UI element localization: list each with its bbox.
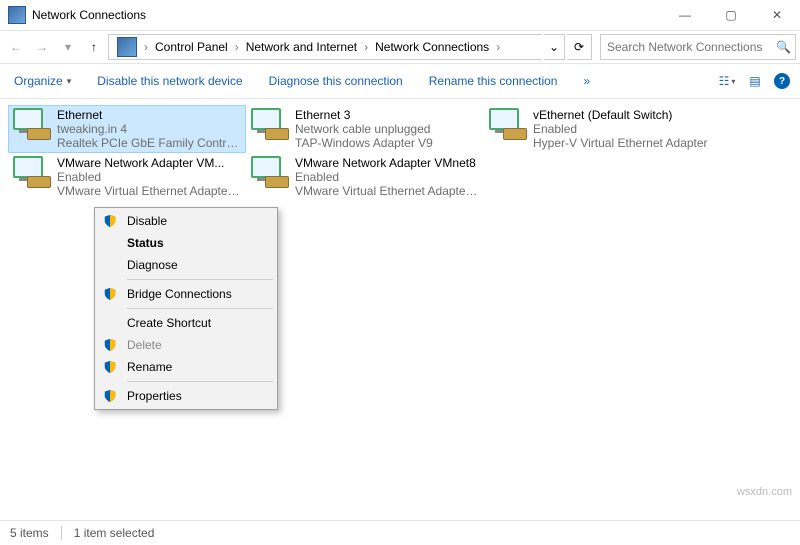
breadcrumb-network-internet[interactable]: Network and Internet <box>242 40 361 54</box>
breadcrumb-control-panel[interactable]: Control Panel <box>151 40 232 54</box>
search-input[interactable] <box>605 39 776 55</box>
menu-properties[interactable]: Properties <box>97 385 275 407</box>
breadcrumb-network-connections[interactable]: Network Connections <box>371 40 493 54</box>
nav-bar: ← → ▾ ↑ › Control Panel › Network and In… <box>0 31 800 64</box>
minimize-button[interactable]: — <box>662 0 708 30</box>
adapter-name: VMware Network Adapter VM... <box>57 156 243 170</box>
watermark: wsxdn.com <box>737 486 792 498</box>
app-icon <box>8 6 26 24</box>
preview-pane-button[interactable]: ▤ <box>746 72 764 90</box>
window-title: Network Connections <box>32 8 146 22</box>
adapter-name: Ethernet <box>57 108 243 122</box>
adapter-status: Network cable unplugged <box>295 122 433 136</box>
chevron-down-icon: ▾ <box>67 76 72 87</box>
chevron-right-icon[interactable]: › <box>361 40 371 54</box>
view-icon: ☷ <box>719 74 730 88</box>
adapter-status: tweaking.in 4 <box>57 122 243 136</box>
address-dropdown[interactable]: ⌄ <box>544 34 565 60</box>
context-menu: Disable Status Diagnose Bridge Connectio… <box>94 207 278 410</box>
shield-icon <box>103 360 117 374</box>
help-button[interactable]: ? <box>774 73 790 89</box>
up-button[interactable]: ↑ <box>82 35 106 59</box>
search-box[interactable]: 🔍 <box>600 34 796 60</box>
menu-diagnose[interactable]: Diagnose <box>97 254 275 276</box>
adapter-name: vEthernet (Default Switch) <box>533 108 708 122</box>
menu-separator <box>127 381 273 382</box>
address-bar[interactable]: › Control Panel › Network and Internet ›… <box>108 34 542 60</box>
adapter-device: VMware Virtual Ethernet Adapter ... <box>57 184 243 198</box>
organize-button[interactable]: Organize ▾ <box>10 71 75 91</box>
menu-separator <box>127 279 273 280</box>
menu-separator <box>127 308 273 309</box>
adapter-device: Hyper-V Virtual Ethernet Adapter <box>533 136 708 150</box>
menu-label: Bridge Connections <box>127 287 232 301</box>
title-bar: Network Connections — ▢ ✕ <box>0 0 800 31</box>
menu-label: Create Shortcut <box>127 316 211 330</box>
rename-button[interactable]: Rename this connection <box>425 71 562 91</box>
adapter-status: Enabled <box>295 170 481 184</box>
organize-label: Organize <box>14 74 63 88</box>
menu-delete[interactable]: Delete <box>97 334 275 356</box>
network-adapter-icon <box>249 108 289 146</box>
adapter-name: VMware Network Adapter VMnet8 <box>295 156 481 170</box>
recent-dropdown[interactable]: ▾ <box>56 35 80 59</box>
status-item-count: 5 items <box>10 526 49 540</box>
adapter-status: Enabled <box>533 122 708 136</box>
menu-label: Diagnose <box>127 258 178 272</box>
command-bar: Organize ▾ Disable this network device D… <box>0 64 800 99</box>
more-commands-button[interactable]: » <box>579 71 594 91</box>
network-adapter-icon <box>11 156 51 194</box>
network-adapter-icon <box>249 156 289 194</box>
menu-create-shortcut[interactable]: Create Shortcut <box>97 312 275 334</box>
maximize-button[interactable]: ▢ <box>708 0 754 30</box>
adapter-device: VMware Virtual Ethernet Adapter ... <box>295 184 481 198</box>
chevron-right-icon[interactable]: › <box>493 40 503 54</box>
refresh-button[interactable]: ⟳ <box>567 34 592 60</box>
menu-disable[interactable]: Disable <box>97 210 275 232</box>
menu-status[interactable]: Status <box>97 232 275 254</box>
menu-label: Disable <box>127 214 167 228</box>
address-icon <box>117 37 137 57</box>
close-button[interactable]: ✕ <box>754 0 800 30</box>
chevron-right-icon[interactable]: › <box>232 40 242 54</box>
adapter-device: Realtek PCIe GbE Family Controller <box>57 136 243 150</box>
shield-icon <box>103 214 117 228</box>
diagnose-button[interactable]: Diagnose this connection <box>265 71 407 91</box>
menu-label: Status <box>127 236 164 250</box>
chevron-right-icon[interactable]: › <box>141 40 151 54</box>
shield-icon <box>103 389 117 403</box>
network-adapter-icon <box>11 108 51 146</box>
adapter-status: Enabled <box>57 170 243 184</box>
separator <box>61 526 62 540</box>
menu-label: Delete <box>127 338 162 352</box>
shield-icon <box>103 338 117 352</box>
menu-rename[interactable]: Rename <box>97 356 275 378</box>
network-adapter-icon <box>487 108 527 146</box>
adapter-device: TAP-Windows Adapter V9 <box>295 136 433 150</box>
menu-label: Properties <box>127 389 182 403</box>
adapter-vmware-8[interactable]: VMware Network Adapter VMnet8 Enabled VM… <box>246 153 484 201</box>
status-bar: 5 items 1 item selected <box>0 520 800 545</box>
view-options-button[interactable]: ☷ ▾ <box>718 72 736 90</box>
disable-device-button[interactable]: Disable this network device <box>93 71 246 91</box>
search-icon: 🔍 <box>776 40 791 54</box>
forward-button[interactable]: → <box>30 35 54 59</box>
adapter-ethernet[interactable]: Ethernet tweaking.in 4 Realtek PCIe GbE … <box>8 105 246 153</box>
chevron-down-icon: ▾ <box>731 77 735 86</box>
back-button[interactable]: ← <box>4 35 28 59</box>
adapter-ethernet-3[interactable]: Ethernet 3 Network cable unplugged TAP-W… <box>246 105 484 153</box>
adapter-name: Ethernet 3 <box>295 108 433 122</box>
menu-label: Rename <box>127 360 172 374</box>
content-area[interactable]: Ethernet tweaking.in 4 Realtek PCIe GbE … <box>0 99 800 526</box>
status-selected-count: 1 item selected <box>74 526 155 540</box>
shield-icon <box>103 287 117 301</box>
adapter-vethernet[interactable]: vEthernet (Default Switch) Enabled Hyper… <box>484 105 722 153</box>
adapter-vmware-1[interactable]: VMware Network Adapter VM... Enabled VMw… <box>8 153 246 201</box>
menu-bridge[interactable]: Bridge Connections <box>97 283 275 305</box>
